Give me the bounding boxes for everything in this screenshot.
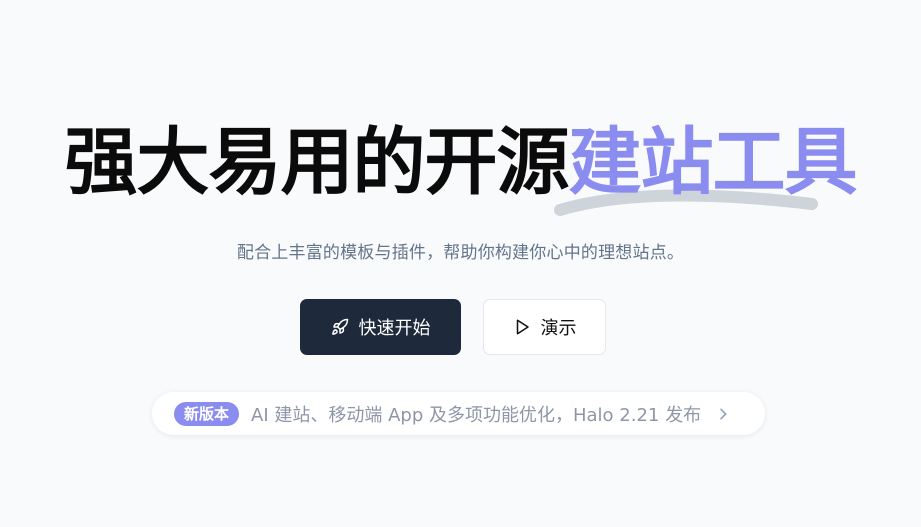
announcement-text: AI 建站、移动端 App 及多项功能优化，Halo 2.21 发布 bbox=[251, 404, 702, 426]
chevron-right-icon bbox=[715, 406, 731, 422]
get-started-button[interactable]: 快速开始 bbox=[300, 299, 461, 355]
new-version-badge: 新版本 bbox=[174, 401, 240, 426]
headline-main: 强大易用的开源 bbox=[64, 120, 570, 205]
release-announcement-link[interactable]: 新版本 AI 建站、移动端 App 及多项功能优化，Halo 2.21 发布 bbox=[152, 392, 765, 435]
headline-accent: 建站工具 bbox=[568, 120, 858, 205]
hero-section: 强大易用的开源建站工具 配合上丰富的模板与插件，帮助你构建你心中的理想站点。 快… bbox=[0, 0, 921, 527]
get-started-label: 快速开始 bbox=[358, 318, 431, 339]
headline: 强大易用的开源建站工具 bbox=[0, 118, 921, 208]
play-icon bbox=[513, 318, 531, 336]
demo-button[interactable]: 演示 bbox=[483, 299, 606, 355]
rocket-icon bbox=[331, 318, 349, 336]
demo-label: 演示 bbox=[540, 318, 577, 339]
subtitle: 配合上丰富的模板与插件，帮助你构建你心中的理想站点。 bbox=[236, 243, 685, 263]
